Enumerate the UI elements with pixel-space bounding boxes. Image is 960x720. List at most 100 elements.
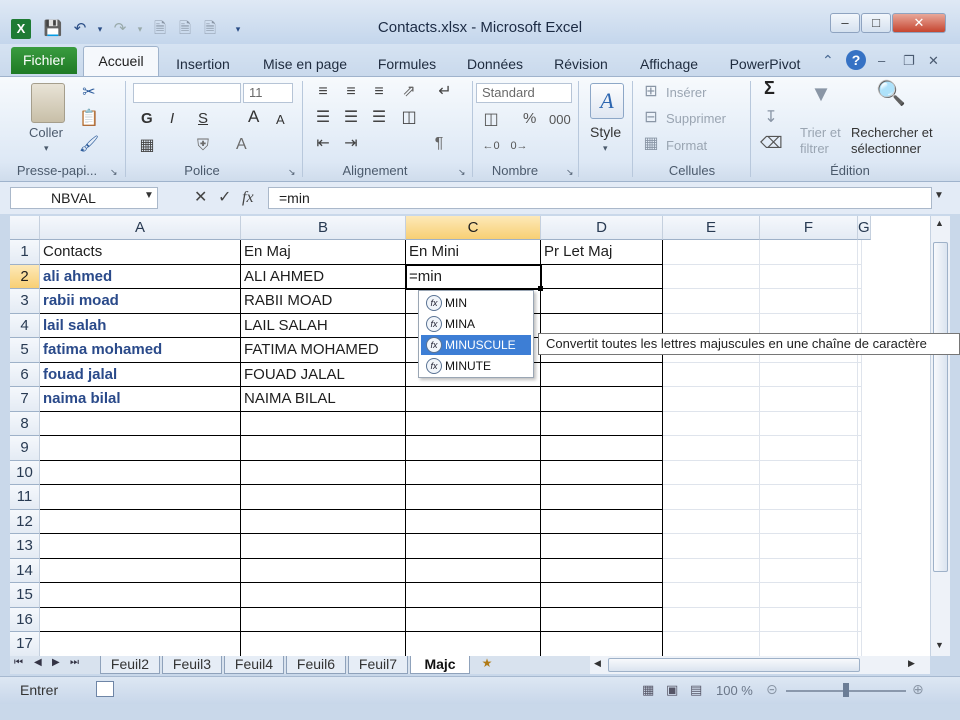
row-header[interactable]: 5 <box>10 338 40 363</box>
cell-d14[interactable] <box>541 558 663 583</box>
cell-b17[interactable] <box>241 632 406 656</box>
cell-a12[interactable] <box>40 509 241 534</box>
insert-sheet-icon[interactable]: ★ <box>476 656 498 673</box>
cell-d9[interactable] <box>541 436 663 461</box>
cell-c8[interactable] <box>406 411 541 436</box>
close-button[interactable]: ✕ <box>892 13 946 33</box>
cell-g3[interactable] <box>858 289 862 314</box>
cell-e9[interactable] <box>663 436 760 461</box>
font-italic-button[interactable]: I <box>170 111 174 126</box>
prev-sheet-icon[interactable]: ◀ <box>34 657 42 668</box>
cell-g1[interactable] <box>858 240 862 265</box>
row-header[interactable]: 14 <box>10 558 40 583</box>
decrease-indent-icon[interactable]: ⇤ <box>312 133 334 155</box>
formula-input[interactable]: =min <box>268 187 932 209</box>
sheet-tab-majc[interactable]: Majc <box>410 656 470 674</box>
maximize-button[interactable]: □ <box>861 13 891 33</box>
next-sheet-icon[interactable]: ▶ <box>52 657 60 668</box>
cell-b10[interactable] <box>241 460 406 485</box>
increase-indent-icon[interactable]: ⇥ <box>340 133 362 155</box>
name-box-dropdown-icon[interactable]: ▼ <box>144 190 154 201</box>
scroll-right-icon[interactable]: ▶ <box>908 658 915 669</box>
minimize-button[interactable]: – <box>830 13 860 33</box>
enter-entry-icon[interactable]: ✓ <box>218 187 231 209</box>
cell-d8[interactable] <box>541 411 663 436</box>
row-header[interactable]: 4 <box>10 313 40 338</box>
zoom-slider-thumb[interactable] <box>843 683 849 697</box>
cell-g6[interactable] <box>858 362 862 387</box>
row-header[interactable]: 3 <box>10 289 40 314</box>
grow-font-button[interactable]: A <box>248 108 259 125</box>
sort-filter-button-label[interactable]: Trier et <box>800 125 841 140</box>
cell-a16[interactable] <box>40 607 241 632</box>
cell-e12[interactable] <box>663 509 760 534</box>
font-name-combo[interactable] <box>133 83 241 103</box>
cell-d7[interactable] <box>541 387 663 412</box>
insert-cells-button[interactable]: Insérer <box>666 85 706 100</box>
cell-a8[interactable] <box>40 411 241 436</box>
help-icon[interactable]: ? <box>846 50 866 70</box>
cell-c16[interactable] <box>406 607 541 632</box>
cell-d3[interactable] <box>541 289 663 314</box>
cell-b3[interactable]: RABII MOAD <box>241 289 406 314</box>
cell-a6[interactable]: fouad jalal <box>40 362 241 387</box>
cell-a15[interactable] <box>40 583 241 608</box>
cell-c7[interactable] <box>406 387 541 412</box>
tab-page-layout[interactable]: Mise en page <box>253 53 357 75</box>
expand-formula-bar-icon[interactable]: ▼ <box>934 190 944 201</box>
cell-a11[interactable] <box>40 485 241 510</box>
cell-e11[interactable] <box>663 485 760 510</box>
clear-icon[interactable]: ⌫ <box>760 133 783 155</box>
cell-a9[interactable] <box>40 436 241 461</box>
cell-e2[interactable] <box>663 264 760 289</box>
cell-f11[interactable] <box>760 485 858 510</box>
cell-e17[interactable] <box>663 632 760 656</box>
row-header[interactable]: 8 <box>10 411 40 436</box>
cell-e10[interactable] <box>663 460 760 485</box>
normal-view-icon[interactable]: ▦ <box>642 682 654 698</box>
cell-d13[interactable] <box>541 534 663 559</box>
cell-f8[interactable] <box>760 411 858 436</box>
delete-cells-button[interactable]: Supprimer <box>666 111 726 126</box>
column-header-a[interactable]: A <box>40 216 241 240</box>
cell-b4[interactable]: LAIL SALAH <box>241 313 406 338</box>
cell-g8[interactable] <box>858 411 862 436</box>
workbook-minimize-button[interactable]: – <box>878 53 894 68</box>
sheet-tab-feuil6[interactable]: Feuil6 <box>286 656 346 674</box>
number-launcher-icon[interactable]: ↘ <box>566 165 574 180</box>
cell-a4[interactable]: lail salah <box>40 313 241 338</box>
cell-a17[interactable] <box>40 632 241 656</box>
tab-data[interactable]: Données <box>456 53 534 75</box>
align-top-icon[interactable]: ≡ <box>312 81 334 103</box>
clipboard-launcher-icon[interactable]: ↘ <box>110 165 118 180</box>
page-layout-view-icon[interactable]: ▣ <box>666 682 678 698</box>
insert-cells-icon[interactable]: ⊞ <box>640 81 662 103</box>
cell-g12[interactable] <box>858 509 862 534</box>
workbook-close-button[interactable]: ✕ <box>928 53 944 69</box>
row-header[interactable]: 10 <box>10 460 40 485</box>
paste-button-label[interactable]: Coller <box>29 125 63 140</box>
paste-dropdown-icon[interactable]: ▾ <box>44 141 49 156</box>
tab-file[interactable]: Fichier <box>11 47 77 74</box>
cell-b6[interactable]: FOUAD JALAL <box>241 362 406 387</box>
zoom-out-icon[interactable]: ⊝ <box>766 681 778 698</box>
copy-icon[interactable]: 📋 <box>78 108 100 130</box>
cell-d15[interactable] <box>541 583 663 608</box>
cell-c12[interactable] <box>406 509 541 534</box>
percent-style-button[interactable]: % <box>523 111 536 126</box>
zoom-level[interactable]: 100 % <box>716 683 753 698</box>
cell-f13[interactable] <box>760 534 858 559</box>
autocomplete-item-minute[interactable]: fx MINUTE <box>421 356 531 376</box>
scroll-down-icon[interactable]: ▼ <box>935 640 944 650</box>
cell-f2[interactable] <box>760 264 858 289</box>
align-bottom-icon[interactable]: ≡ <box>368 81 390 103</box>
cell-d12[interactable] <box>541 509 663 534</box>
cell-d10[interactable] <box>541 460 663 485</box>
styles-icon[interactable]: A <box>590 83 624 119</box>
cell-e1[interactable] <box>663 240 760 265</box>
cell-a7[interactable]: naima bilal <box>40 387 241 412</box>
last-sheet-icon[interactable]: ⏭ <box>70 657 79 668</box>
cut-icon[interactable]: ✂ <box>78 82 100 104</box>
cell-f6[interactable] <box>760 362 858 387</box>
cell-a10[interactable] <box>40 460 241 485</box>
